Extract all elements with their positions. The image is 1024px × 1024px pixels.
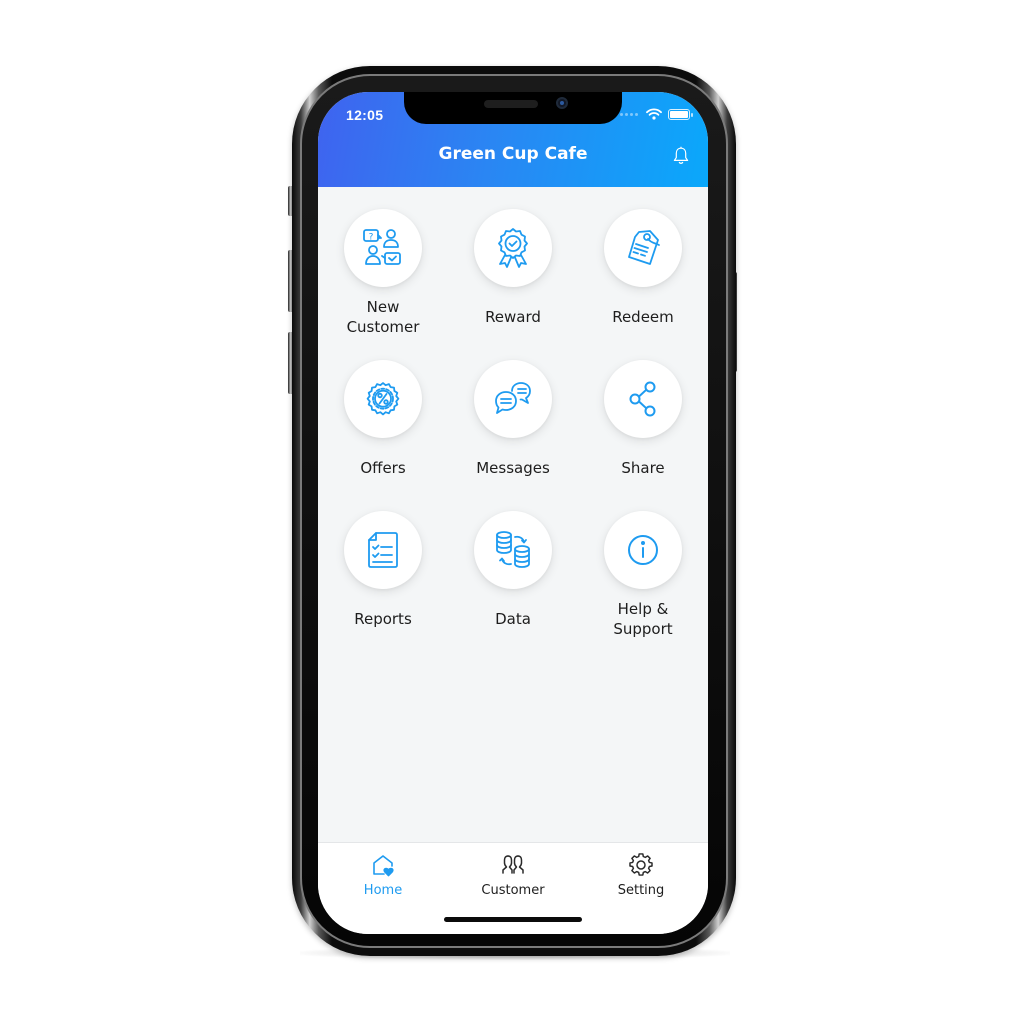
status-icons xyxy=(620,108,693,120)
menu-item-label: New Customer xyxy=(346,298,420,336)
tab-label: Customer xyxy=(481,883,545,898)
menu-item-data[interactable]: Data xyxy=(448,511,578,642)
menu-item-label: Help & Support xyxy=(613,600,673,638)
menu-item-reports[interactable]: Reports xyxy=(318,511,448,642)
menu-grid: ? New Customer Reward Redeem Offers Mess… xyxy=(318,209,708,642)
menu-item-label: Offers xyxy=(360,459,406,477)
menu-item-label: Data xyxy=(495,610,531,628)
tab-label: Setting xyxy=(617,883,665,898)
menu-item-icon-circle xyxy=(474,209,552,287)
front-camera xyxy=(556,97,568,109)
signal-dots-icon xyxy=(620,112,638,116)
menu-item-offers[interactable]: Offers xyxy=(318,360,448,491)
app-header: 12:05 Green Cup Cafe xyxy=(318,92,708,187)
gear-icon xyxy=(629,853,653,876)
messages-chat-icon xyxy=(495,382,531,414)
data-database-icon xyxy=(496,531,530,568)
menu-item-icon-circle xyxy=(474,360,552,438)
menu-item-redeem[interactable]: Redeem xyxy=(578,209,708,340)
home-indicator[interactable] xyxy=(444,917,582,922)
share-icon xyxy=(629,381,656,417)
menu-item-icon-circle xyxy=(344,511,422,589)
offers-percent-icon xyxy=(366,382,400,416)
wifi-icon xyxy=(646,108,662,120)
tab-home[interactable]: Home xyxy=(328,853,438,898)
menu-item-icon-circle xyxy=(474,511,552,589)
menu-item-messages[interactable]: Messages xyxy=(448,360,578,491)
menu-item-icon-circle xyxy=(604,511,682,589)
menu-item-label: Messages xyxy=(476,459,550,477)
bell-icon[interactable] xyxy=(672,146,690,166)
home-heart-icon xyxy=(373,855,394,877)
menu-item-label: Share xyxy=(621,459,665,477)
battery-icon xyxy=(668,108,693,120)
menu-item-label: Reports xyxy=(354,610,412,628)
notch xyxy=(404,92,622,124)
menu-item-new-customer[interactable]: ? New Customer xyxy=(318,209,448,340)
new-customer-icon: ? xyxy=(363,229,401,265)
customers-icon xyxy=(502,855,524,874)
svg-text:?: ? xyxy=(369,233,374,243)
reward-badge-icon xyxy=(498,228,528,268)
redeem-tag-icon xyxy=(628,230,660,265)
menu-item-label: Redeem xyxy=(612,308,674,326)
tab-setting[interactable]: Setting xyxy=(586,853,696,898)
menu-item-icon-circle: ? xyxy=(344,209,422,287)
status-time: 12:05 xyxy=(346,107,384,123)
app-title: Green Cup Cafe xyxy=(438,144,588,164)
reports-checklist-icon xyxy=(368,532,398,568)
menu-item-reward[interactable]: Reward xyxy=(448,209,578,340)
menu-item-label: Reward xyxy=(485,308,541,326)
menu-item-icon-circle xyxy=(604,209,682,287)
menu-item-icon-circle xyxy=(344,360,422,438)
info-icon xyxy=(628,535,658,565)
menu-item-help-support[interactable]: Help & Support xyxy=(578,511,708,642)
tab-customer[interactable]: Customer xyxy=(458,853,568,898)
menu-item-icon-circle xyxy=(604,360,682,438)
menu-item-share[interactable]: Share xyxy=(578,360,708,491)
bottom-tab-bar: Home Customer Setting xyxy=(318,842,708,934)
tab-label: Home xyxy=(363,883,403,898)
speaker-grille xyxy=(484,100,538,108)
app-screen: 12:05 Green Cup Cafe ? New Customer Rewa… xyxy=(318,92,708,934)
